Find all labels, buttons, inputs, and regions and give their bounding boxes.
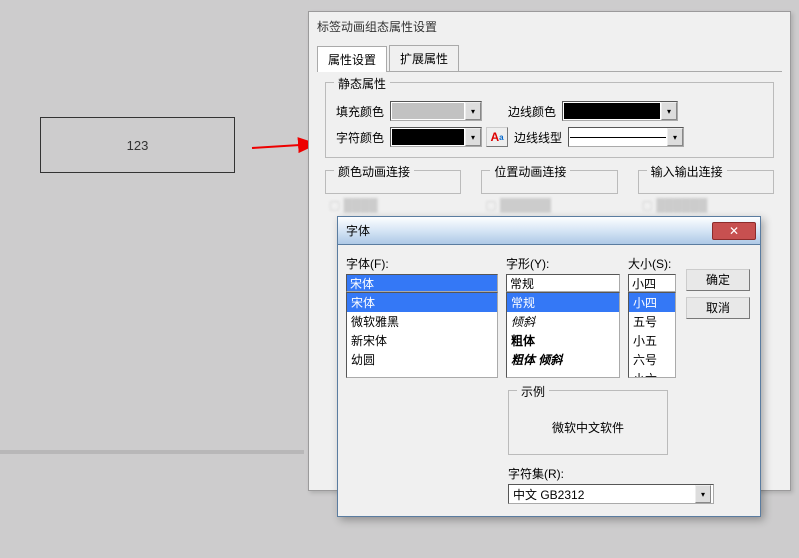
color-swatch [392,103,464,119]
chevron-down-icon: ▾ [661,102,677,120]
list-item[interactable]: 新宋体 [347,331,497,350]
border-style-picker[interactable]: ▾ [568,127,684,147]
text-format-button[interactable]: Aa [486,127,508,147]
static-properties-group: 静态属性 填充颜色 ▾ 边线颜色 ▾ 字符颜色 ▾ Aa 边线线型 ▾ [325,82,774,158]
close-button[interactable]: ✕ [712,222,756,240]
char-color-picker[interactable]: ▾ [390,127,482,147]
chevron-down-icon: ▾ [465,128,481,146]
color-swatch [564,103,660,119]
connection-sections: 颜色动画连接 位置动画连接 输入输出连接 [325,170,774,194]
list-item[interactable]: 常规 [507,293,619,312]
sample-text: 微软中文软件 [517,409,659,446]
font-label: 字体(F): [346,255,498,272]
chevron-down-icon: ▾ [465,102,481,120]
tab-attribute-settings[interactable]: 属性设置 [317,46,387,72]
list-item[interactable]: 六号 [629,350,675,369]
blurred-content: ▢ ████ ▢ ██████ ▢ ██████ [325,194,774,216]
chevron-down-icon: ▾ [695,485,711,503]
charset-label: 字符集(R): [508,465,752,482]
font-dialog: 字体 ✕ 字体(F): 宋体微软雅黑新宋体幼圆 字形(Y): 常规倾斜粗体粗体 … [337,216,761,517]
color-swatch [392,129,464,145]
section-color-animation: 颜色动画连接 [325,170,461,194]
label-border-style: 边线线型 [514,129,568,146]
cancel-button[interactable]: 取消 [686,297,750,319]
list-item[interactable]: 小四 [629,293,675,312]
fill-color-picker[interactable]: ▾ [390,101,482,121]
font-input[interactable] [346,274,498,292]
list-item[interactable]: 粗体 倾斜 [507,350,619,369]
list-item[interactable]: 小六 [629,369,675,378]
list-item[interactable]: 五号 [629,312,675,331]
size-label: 大小(S): [628,255,676,272]
style-input[interactable] [506,274,620,292]
font-listbox[interactable]: 宋体微软雅黑新宋体幼圆 [346,292,498,378]
close-icon: ✕ [729,224,739,238]
canvas-label-text: 123 [127,138,149,153]
list-item[interactable]: 粗体 [507,331,619,350]
size-listbox[interactable]: 小四五号小五六号小六七号八号 [628,292,676,378]
border-color-picker[interactable]: ▾ [562,101,678,121]
charset-select[interactable]: 中文 GB2312 ▾ [508,484,714,504]
tab-extended-attributes[interactable]: 扩展属性 [389,45,459,71]
label-fill-color: 填充颜色 [336,103,390,120]
section-io-connection: 输入输出连接 [638,170,774,194]
list-item[interactable]: 微软雅黑 [347,312,497,331]
style-label: 字形(Y): [506,255,620,272]
size-input[interactable] [628,274,676,292]
list-item[interactable]: 宋体 [347,293,497,312]
label-border-color: 边线颜色 [508,103,562,120]
sample-group: 示例 微软中文软件 [508,390,668,455]
list-item[interactable]: 小五 [629,331,675,350]
canvas-label-widget[interactable]: 123 [40,117,235,173]
divider [0,450,304,454]
sample-label: 示例 [517,383,549,400]
label-char-color: 字符颜色 [336,129,390,146]
list-item[interactable]: 幼圆 [347,350,497,369]
tab-strip: 属性设置 扩展属性 [317,45,782,72]
chevron-down-icon: ▾ [667,128,683,146]
font-dialog-titlebar: 字体 ✕ [338,217,760,245]
font-dialog-title: 字体 [346,222,712,239]
line-swatch [570,129,666,145]
charset-value: 中文 GB2312 [513,486,695,503]
list-item[interactable]: 倾斜 [507,312,619,331]
dialog-title: 标签动画组态属性设置 [309,12,790,41]
section-position-animation: 位置动画连接 [481,170,617,194]
ok-button[interactable]: 确定 [686,269,750,291]
groupbox-title: 静态属性 [334,75,390,92]
style-listbox[interactable]: 常规倾斜粗体粗体 倾斜 [506,292,620,378]
